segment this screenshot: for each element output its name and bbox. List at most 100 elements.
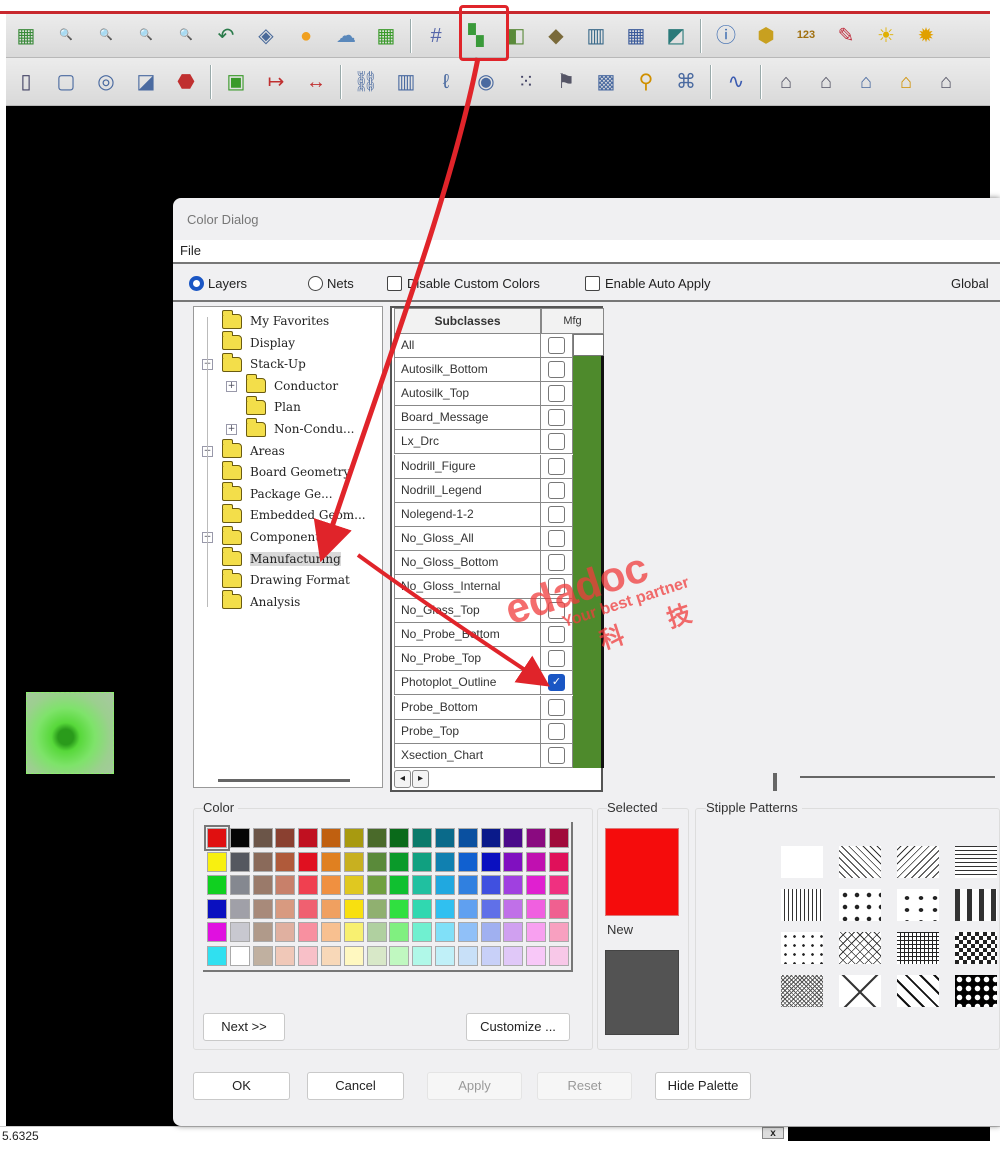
- color-swatch[interactable]: [366, 828, 387, 848]
- unrats-icon[interactable]: ●: [290, 21, 322, 51]
- visibility-checkbox[interactable]: [548, 505, 565, 523]
- color-swatch[interactable]: [480, 851, 501, 872]
- zoom-out-icon[interactable]: 🔍: [170, 21, 202, 51]
- color-swatch[interactable]: [480, 828, 501, 848]
- color-swatch[interactable]: [526, 851, 547, 872]
- stipple-diamond[interactable]: [839, 975, 881, 1007]
- color-swatch[interactable]: [412, 851, 433, 872]
- zoom-fit-icon[interactable]: 🔍: [50, 21, 82, 51]
- color-swatch[interactable]: [412, 875, 433, 895]
- color-swatch[interactable]: [343, 875, 364, 895]
- color-swatch[interactable]: [503, 875, 524, 895]
- color-swatch[interactable]: [366, 875, 387, 895]
- subclass-row[interactable]: Lx_Drc: [394, 430, 541, 455]
- visibility-checkbox[interactable]: [548, 602, 565, 620]
- global-tab[interactable]: Global: [951, 276, 989, 291]
- color-swatch[interactable]: [435, 922, 455, 942]
- subclass-row[interactable]: Nodrill_Figure: [394, 454, 541, 479]
- stipple-dense-hatch[interactable]: [781, 975, 823, 1007]
- zoom-world-icon[interactable]: ◈: [250, 21, 282, 51]
- dim-edit-icon[interactable]: ↦: [260, 67, 292, 97]
- visibility-checkbox[interactable]: [548, 409, 565, 427]
- color-swatch[interactable]: [435, 851, 455, 872]
- color-swatch[interactable]: [503, 945, 524, 966]
- stipple-dots-a[interactable]: [839, 889, 881, 921]
- tree-item[interactable]: Package Ge...: [222, 482, 333, 504]
- all-color-cell[interactable]: [573, 334, 604, 356]
- module-e-icon[interactable]: ⌂: [930, 67, 962, 97]
- subclass-row[interactable]: No_Gloss_Internal: [394, 575, 541, 599]
- color-swatch[interactable]: [252, 898, 273, 919]
- subclass-row[interactable]: All: [394, 334, 541, 358]
- measure-icon[interactable]: 123: [790, 21, 822, 51]
- subclass-row[interactable]: Autosilk_Bottom: [394, 358, 541, 383]
- stipple-grid[interactable]: [897, 932, 939, 964]
- camera-icon[interactable]: ▣: [220, 67, 252, 97]
- color-swatch[interactable]: [457, 945, 478, 966]
- module-d-icon[interactable]: ⌂: [890, 67, 922, 97]
- color-swatch[interactable]: [207, 851, 227, 872]
- color-swatch[interactable]: [503, 898, 524, 919]
- color-swatch[interactable]: [343, 851, 364, 872]
- spray-icon[interactable]: ⚲: [630, 67, 662, 97]
- info-icon[interactable]: ⓘ: [710, 21, 742, 51]
- dotted-select-icon[interactable]: ⁙: [510, 67, 542, 97]
- color-swatch[interactable]: [366, 851, 387, 872]
- color-swatch[interactable]: [252, 945, 273, 966]
- stipple-crosshatch-diag[interactable]: [839, 932, 881, 964]
- shape-fill-icon[interactable]: ◪: [130, 67, 162, 97]
- subclass-row[interactable]: Probe_Top: [394, 719, 541, 744]
- color-swatch[interactable]: [549, 898, 569, 919]
- dehighlight-icon[interactable]: ✹: [910, 21, 942, 51]
- color-swatch[interactable]: [389, 945, 410, 966]
- color-swatch[interactable]: [389, 875, 410, 895]
- tree-item[interactable]: Manufacturing: [222, 547, 341, 569]
- stipple-vertical[interactable]: [781, 889, 823, 921]
- nets-radio[interactable]: Nets: [308, 276, 354, 291]
- shape-rect-icon[interactable]: ▢: [50, 67, 82, 97]
- color-swatch[interactable]: [229, 828, 250, 848]
- checkbox-box[interactable]: [585, 276, 600, 291]
- highlight-icon[interactable]: ☀: [870, 21, 902, 51]
- stipple-wave-cross[interactable]: [897, 975, 939, 1007]
- color-swatch[interactable]: [480, 898, 501, 919]
- visibility-checkbox[interactable]: [548, 553, 565, 571]
- visibility-checkbox[interactable]: [548, 433, 565, 451]
- shadow-icon[interactable]: ☁: [330, 21, 362, 51]
- film-icon[interactable]: ▦: [370, 21, 402, 51]
- color-swatch[interactable]: [275, 851, 296, 872]
- color-swatch[interactable]: [412, 828, 433, 848]
- color-swatch[interactable]: [480, 945, 501, 966]
- disable-custom-colors-checkbox[interactable]: Disable Custom Colors: [387, 276, 540, 291]
- visibility-checkbox[interactable]: [548, 481, 565, 499]
- expand-icon[interactable]: +: [226, 380, 237, 392]
- color-swatch[interactable]: [229, 875, 250, 895]
- visibility-checkbox[interactable]: [548, 529, 565, 547]
- color-swatch[interactable]: [503, 851, 524, 872]
- color-swatch[interactable]: [503, 922, 524, 942]
- net-graph-icon[interactable]: ⌘: [670, 67, 702, 97]
- subclass-row[interactable]: Xsection_Chart: [394, 743, 541, 768]
- color-swatch[interactable]: [435, 898, 455, 919]
- reset-button[interactable]: Reset: [537, 1072, 632, 1100]
- color-swatch[interactable]: [275, 898, 296, 919]
- color-swatch[interactable]: [343, 828, 364, 848]
- scroll-right-button[interactable]: ▸: [412, 770, 429, 788]
- tree-item[interactable]: Non-Condu...: [246, 417, 355, 439]
- color-swatch[interactable]: [298, 828, 319, 848]
- color-swatch[interactable]: [412, 898, 433, 919]
- cancel-button[interactable]: Cancel: [307, 1072, 404, 1100]
- color-swatch[interactable]: [526, 898, 547, 919]
- right-horizontal-scrollbar[interactable]: [800, 776, 995, 778]
- color-swatch[interactable]: [366, 898, 387, 919]
- visibility-checkbox[interactable]: [548, 650, 565, 668]
- color-swatch[interactable]: [321, 922, 341, 942]
- spreadsheet-a-icon[interactable]: ▥: [580, 21, 612, 51]
- color-swatch[interactable]: [229, 922, 250, 942]
- tree-item[interactable]: Display: [222, 331, 295, 353]
- module-a-icon[interactable]: ⌂: [770, 67, 802, 97]
- stipple-checker[interactable]: [955, 932, 997, 964]
- color-swatch[interactable]: [252, 922, 273, 942]
- grid-view-icon[interactable]: ▦: [10, 21, 42, 51]
- place-pin-icon[interactable]: ⬣: [170, 67, 202, 97]
